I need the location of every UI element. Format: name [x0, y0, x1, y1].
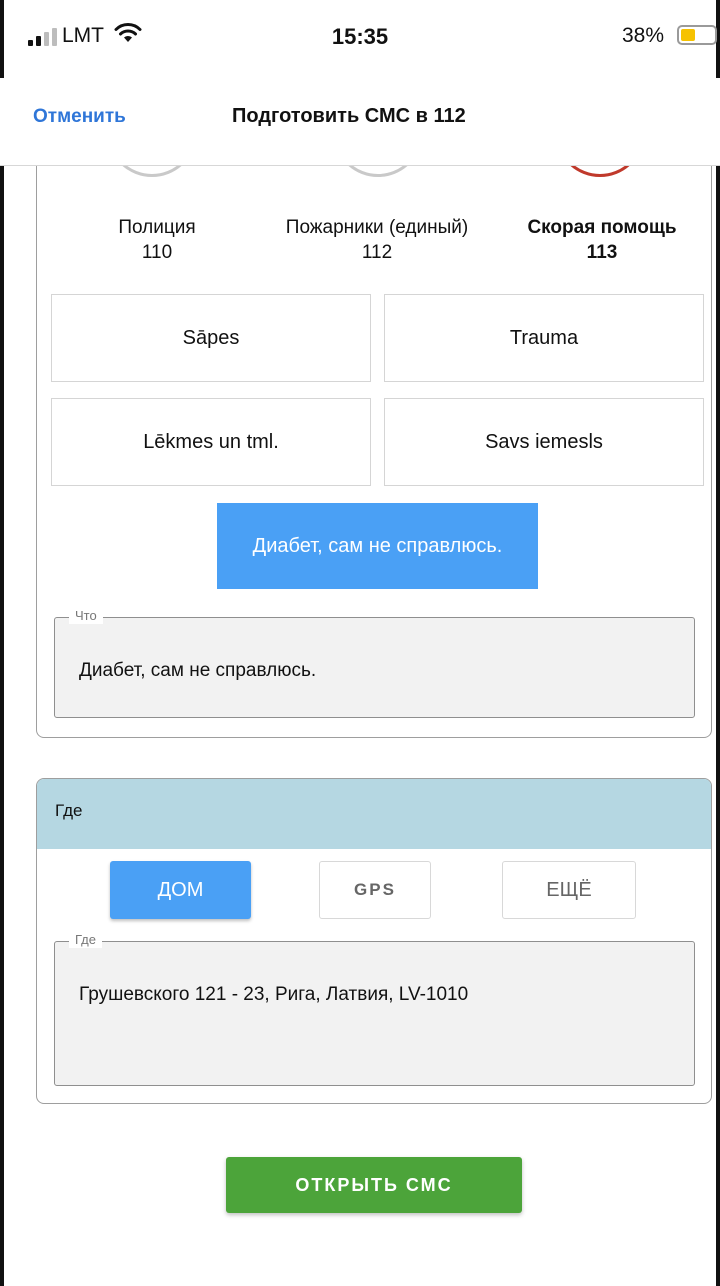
navigation-bar: Отменить Подготовить СМС в 112 — [0, 78, 720, 166]
where-field-value: Грушевского 121 - 23, Рига, Латвия, LV-1… — [79, 984, 469, 1005]
service-police[interactable]: Полиция 110 — [77, 215, 237, 265]
reason-button-trauma[interactable]: Trauma — [384, 294, 704, 382]
service-number: 112 — [361, 242, 393, 263]
service-name: Скорая помощь — [527, 217, 677, 238]
what-card: Полиция 110 Пожарники (единый) 112 Скора… — [36, 166, 712, 738]
status-bar: LMT 15:35 38% — [0, 0, 720, 78]
service-name: Полиция — [118, 217, 196, 238]
what-field-value: Диабет, сам не справлюсь. — [79, 660, 317, 681]
service-number: 110 — [141, 242, 173, 263]
where-card-header: Где — [37, 779, 711, 849]
reason-button-savs-iemesls[interactable]: Savs iemesls — [384, 398, 704, 486]
service-number: 113 — [586, 242, 618, 263]
what-field[interactable]: Что Диабет, сам не справлюсь. — [54, 608, 695, 718]
page-title: Подготовить СМС в 112 — [232, 105, 466, 127]
battery-icon — [677, 25, 717, 45]
open-sms-button[interactable]: ОТКРЫТЬ СМС — [226, 1157, 522, 1213]
where-field[interactable]: Где Грушевского 121 - 23, Рига, Латвия, … — [54, 932, 695, 1086]
fire-icon[interactable] — [333, 166, 423, 177]
what-field-label: Что — [69, 608, 103, 624]
service-name: Пожарники (единый) — [285, 217, 469, 238]
battery-percent: 38% — [622, 24, 665, 47]
location-tab-home[interactable]: ДОМ — [110, 861, 251, 919]
selected-reason-chip[interactable]: Диабет, сам не справлюсь. — [217, 503, 538, 589]
service-ambulance[interactable]: Скорая помощь 113 — [507, 215, 697, 265]
where-field-label: Где — [69, 932, 102, 948]
reason-button-lekmes[interactable]: Lēkmes un tml. — [51, 398, 371, 486]
scroll-content[interactable]: Полиция 110 Пожарники (единый) 112 Скора… — [0, 166, 720, 1286]
location-tab-gps[interactable]: GPS — [319, 861, 431, 919]
reason-button-sapes[interactable]: Sāpes — [51, 294, 371, 382]
ambulance-icon[interactable] — [555, 166, 645, 177]
cancel-button[interactable]: Отменить — [33, 106, 126, 128]
service-fire[interactable]: Пожарники (единый) 112 — [262, 215, 492, 265]
shield-icon[interactable] — [107, 166, 197, 177]
clock: 15:35 — [331, 24, 389, 49]
where-card: Где ДОМ GPS ЕЩЁ Где Грушевского 121 - 23… — [36, 778, 712, 1104]
location-tab-more[interactable]: ЕЩЁ — [502, 861, 636, 919]
where-card-title: Где — [55, 801, 83, 820]
